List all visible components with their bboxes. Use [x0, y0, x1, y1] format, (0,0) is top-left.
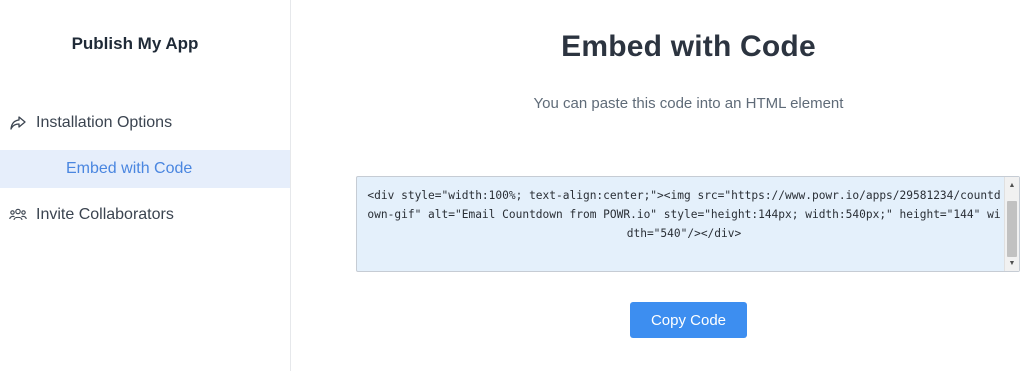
share-arrow-icon — [8, 113, 28, 133]
page-subtitle: You can paste this code into an HTML ele… — [533, 95, 844, 112]
sidebar-item-label: Invite Collaborators — [36, 206, 174, 223]
code-scrollbar[interactable]: ▲ ▼ — [1004, 177, 1019, 271]
sidebar-item-invite-collaborators[interactable]: Invite Collaborators — [0, 196, 290, 234]
publish-app-window: Publish My App Installation Options Embe… — [0, 0, 1024, 371]
scroll-thumb[interactable] — [1007, 201, 1017, 257]
sidebar-item-label: Embed with Code — [66, 160, 193, 177]
users-icon — [8, 205, 28, 225]
embed-code-text[interactable]: <div style="width:100%; text-align:cente… — [365, 186, 1003, 243]
sidebar-title: Publish My App — [71, 34, 199, 53]
embed-code-textarea[interactable]: <div style="width:100%; text-align:cente… — [356, 176, 1020, 272]
sidebar-item-label: Installation Options — [36, 114, 173, 131]
sidebar: Publish My App Installation Options Embe… — [0, 0, 291, 371]
sidebar-item-installation-options[interactable]: Installation Options — [0, 104, 290, 142]
page-title: Embed with Code — [561, 30, 816, 63]
scroll-up-arrow-icon[interactable]: ▲ — [1005, 178, 1019, 192]
sidebar-item-embed-with-code[interactable]: Embed with Code — [0, 150, 290, 188]
copy-code-button[interactable]: Copy Code — [630, 302, 747, 338]
scroll-down-arrow-icon[interactable]: ▼ — [1005, 256, 1019, 270]
